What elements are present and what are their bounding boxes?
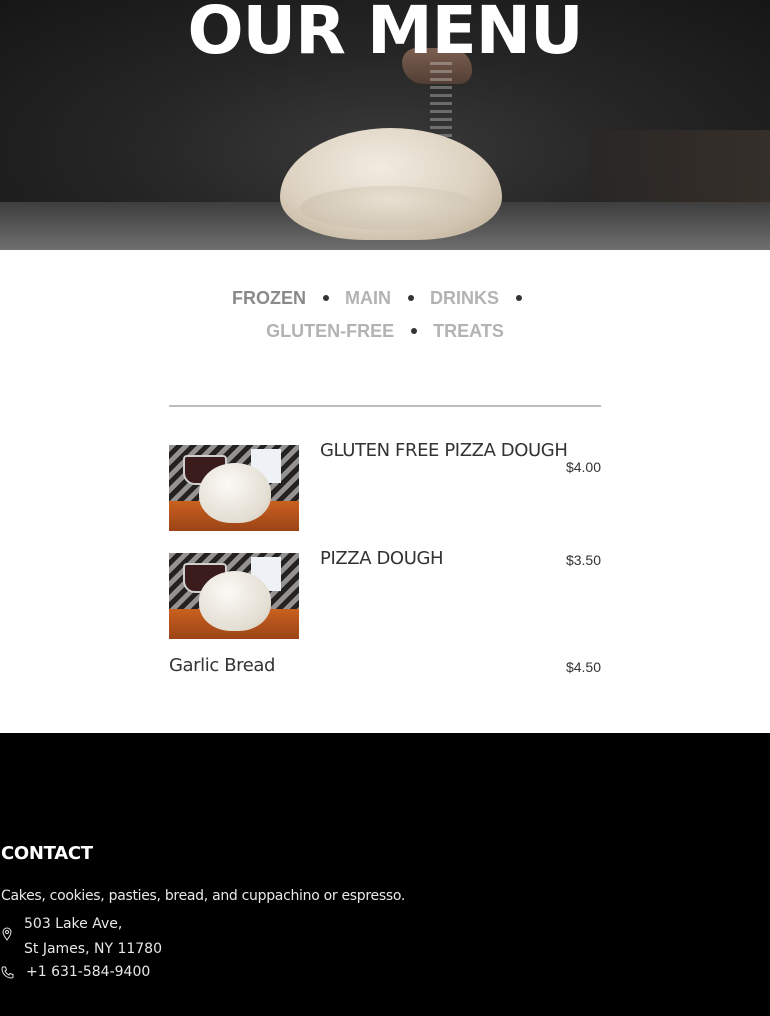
menu-item-price: $3.50 <box>565 552 601 568</box>
separator-dot <box>322 294 329 301</box>
thumb-dough-ball <box>199 463 271 523</box>
hero-flour-falling <box>430 62 452 137</box>
footer-description: Cakes, cookies, pasties, bread, and cupp… <box>1 888 406 904</box>
item-thumbnail-pizza-dough[interactable] <box>169 553 299 639</box>
footer-phone-link[interactable]: +1 631-584-9400 <box>26 964 150 980</box>
address-line-2: St James, NY 11780 <box>24 941 162 957</box>
menu-divider <box>169 405 601 407</box>
item-thumbnail-gluten-free-pizza-dough[interactable] <box>169 445 299 531</box>
footer: CONTACT Cakes, cookies, pasties, bread, … <box>0 733 770 1016</box>
address-line-1: 503 Lake Ave, <box>24 916 123 932</box>
phone-icon <box>1 966 14 979</box>
menu-category-nav: FROZEN MAIN DRINKS GLUTEN-FREE TREATS <box>200 282 570 348</box>
hero-background-board <box>590 130 770 202</box>
tab-main[interactable]: MAIN <box>345 288 391 308</box>
tab-frozen[interactable]: FROZEN <box>232 288 306 308</box>
menu-item-price: $4.00 <box>565 459 601 475</box>
footer-address: 503 Lake Ave, St James, NY 11780 <box>24 912 162 962</box>
separator-dot <box>407 294 414 301</box>
separator-dot <box>411 327 418 334</box>
footer-heading: CONTACT <box>1 843 93 864</box>
menu-item-name[interactable]: Garlic Bread <box>169 655 275 676</box>
thumb-dough-ball <box>199 571 271 631</box>
menu-item-name[interactable]: GLUTEN FREE PIZZA DOUGH <box>320 440 568 461</box>
tab-treats[interactable]: TREATS <box>433 321 504 341</box>
hero-banner: OUR MENU <box>0 0 770 250</box>
menu-item-name[interactable]: PIZZA DOUGH <box>320 548 444 569</box>
tab-gluten-free[interactable]: GLUTEN-FREE <box>266 321 394 341</box>
separator-dot <box>516 294 522 301</box>
location-pin-icon <box>2 927 12 941</box>
menu-item-price: $4.50 <box>565 659 601 675</box>
hero-dough-fold <box>300 186 480 230</box>
tab-drinks[interactable]: DRINKS <box>430 288 499 308</box>
page-title: OUR MENU <box>187 0 583 69</box>
